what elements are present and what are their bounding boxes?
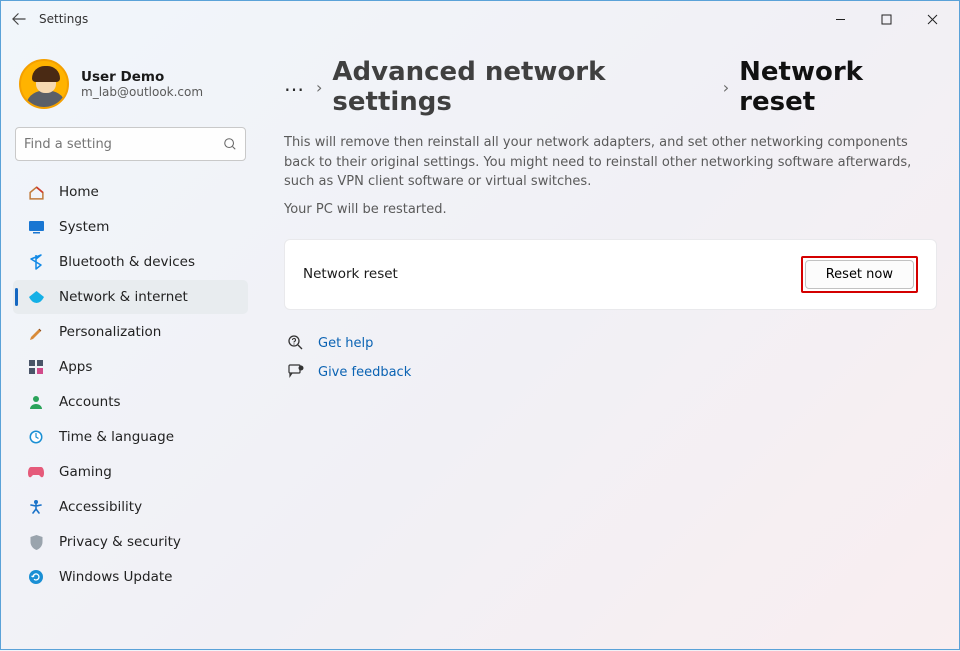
nav-apps[interactable]: Apps [13,350,248,384]
main-content: … › Advanced network settings › Network … [256,37,959,651]
nav-label: Personalization [59,324,161,340]
feedback-link[interactable]: Give feedback [318,365,411,380]
close-button[interactable] [909,4,955,34]
nav-label: Accounts [59,394,121,410]
maximize-icon [881,14,892,25]
accessibility-icon [27,498,45,516]
time-icon [27,428,45,446]
user-email: m_lab@outlook.com [81,85,203,99]
nav-time[interactable]: Time & language [13,420,248,454]
reset-highlight: Reset now [801,256,918,293]
reset-now-button[interactable]: Reset now [805,260,914,289]
nav-home[interactable]: Home [13,175,248,209]
nav-label: Accessibility [59,499,142,515]
nav-label: Apps [59,359,92,375]
nav-network[interactable]: Network & internet [13,280,248,314]
window-controls [817,4,955,34]
nav-label: System [59,219,109,235]
close-icon [927,14,938,25]
nav-label: Home [59,184,99,200]
arrow-left-icon [12,12,26,26]
nav-label: Bluetooth & devices [59,254,195,270]
chevron-right-icon: › [723,78,729,97]
nav-accounts[interactable]: Accounts [13,385,248,419]
nav-accessibility[interactable]: Accessibility [13,490,248,524]
user-name: User Demo [81,69,203,85]
feedback-row[interactable]: Give feedback [288,364,937,382]
get-help-row[interactable]: Get help [288,334,937,354]
nav-label: Windows Update [59,569,172,585]
sidebar: User Demo m_lab@outlook.com Home System … [1,37,256,651]
nav-update[interactable]: Windows Update [13,560,248,594]
title-bar: Settings [1,1,959,37]
nav-privacy[interactable]: Privacy & security [13,525,248,559]
system-icon [27,218,45,236]
nav-bluetooth[interactable]: Bluetooth & devices [13,245,248,279]
nav-personalization[interactable]: Personalization [13,315,248,349]
window-title: Settings [39,12,88,26]
minimize-button[interactable] [817,4,863,34]
bluetooth-icon [27,253,45,271]
card-label: Network reset [303,266,398,282]
accounts-icon [27,393,45,411]
network-reset-card: Network reset Reset now [284,239,937,310]
help-icon [288,334,304,354]
home-icon [27,183,45,201]
nav-label: Network & internet [59,289,188,305]
get-help-link[interactable]: Get help [318,336,373,351]
page-title: Network reset [739,57,937,117]
network-icon [27,288,45,306]
breadcrumb-ellipsis[interactable]: … [284,72,306,102]
breadcrumb: … › Advanced network settings › Network … [284,57,937,117]
nav: Home System Bluetooth & devices Network … [13,175,248,594]
description-text: This will remove then reinstall all your… [284,133,937,192]
nav-label: Gaming [59,464,112,480]
restart-note: Your PC will be restarted. [284,202,937,217]
personalization-icon [27,323,45,341]
nav-system[interactable]: System [13,210,248,244]
nav-label: Time & language [59,429,174,445]
search-box[interactable] [15,127,246,161]
minimize-icon [835,14,846,25]
help-links: Get help Give feedback [284,334,937,382]
user-profile[interactable]: User Demo m_lab@outlook.com [13,51,248,127]
search-icon [223,137,237,151]
maximize-button[interactable] [863,4,909,34]
nav-gaming[interactable]: Gaming [13,455,248,489]
privacy-icon [27,533,45,551]
chevron-right-icon: › [316,78,322,97]
gaming-icon [27,463,45,481]
avatar [19,59,69,109]
breadcrumb-advanced[interactable]: Advanced network settings [332,57,712,117]
update-icon [27,568,45,586]
apps-icon [27,358,45,376]
back-button[interactable] [5,12,33,26]
feedback-icon [288,364,304,382]
nav-label: Privacy & security [59,534,181,550]
search-input[interactable] [24,137,223,152]
